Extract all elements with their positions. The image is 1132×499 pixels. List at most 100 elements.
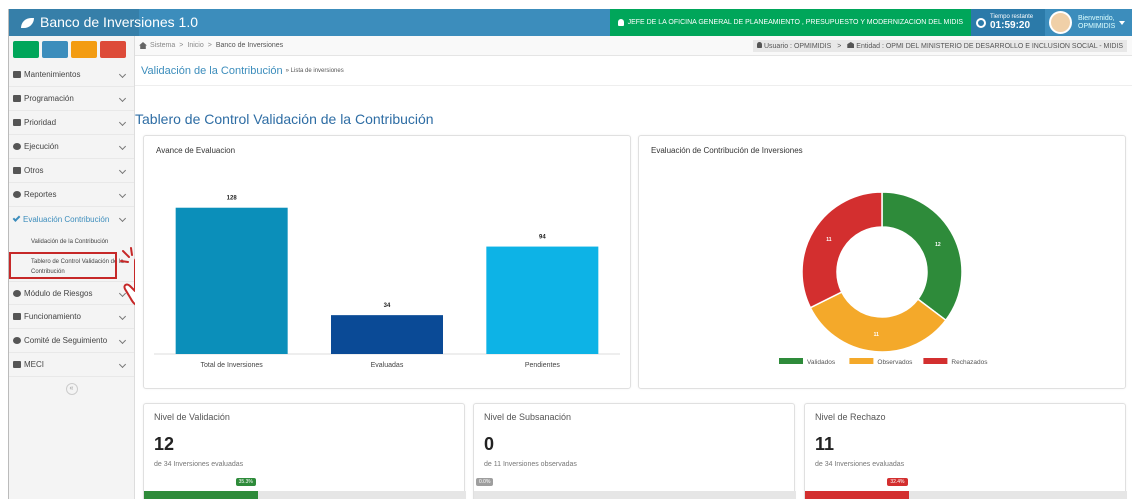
kpi-progress <box>144 491 466 499</box>
sidebar-item-label: Ejecución <box>24 142 59 151</box>
sidebar-item-label: Módulo de Riesgos <box>24 288 93 298</box>
sidebar-item-prioridad[interactable]: Prioridad <box>9 111 134 135</box>
app-window: Banco de Inversiones 1.0 JEFE DE LA OFIC… <box>8 9 1132 499</box>
kpi-percent-badge: 0.0% <box>476 478 494 486</box>
shortcut-chart-button[interactable] <box>13 41 39 58</box>
bomb-icon <box>13 289 21 297</box>
kpi-validacion: Nivel de Validación 12 de 34 Inversiones… <box>143 403 466 499</box>
chevron-down-icon <box>118 214 127 223</box>
legend-label: Observados <box>877 359 913 366</box>
section-subtitle: » Lista de inversiones <box>285 67 344 74</box>
timer-value: 01:59:20 <box>990 20 1031 31</box>
person-icon <box>756 42 762 48</box>
kpi-title: Nivel de Validación <box>154 412 230 422</box>
top-bar: Banco de Inversiones 1.0 JEFE DE LA OFIC… <box>9 9 1132 36</box>
sidebar-item-otros[interactable]: Otros <box>9 159 134 183</box>
kpi-value: 0 <box>484 434 495 454</box>
subitem-validacion[interactable]: Validación de la Contribución <box>9 231 134 253</box>
sidebar-item-evaluacion-contribucion[interactable]: Evaluación Contribución <box>9 207 134 231</box>
bar[interactable] <box>331 315 443 354</box>
sidebar-item-label: Programación <box>24 94 74 103</box>
legend-label: Validados <box>807 359 836 366</box>
entidad-text: Entidad : OPMI DEL MINISTERIO DE DESARRO… <box>856 43 1123 50</box>
sidebar-item-label: Otros <box>24 166 44 175</box>
legend-swatch <box>779 358 803 364</box>
x-tick-label: Total de Inversiones <box>201 362 264 369</box>
kpi-subsanacion: Nivel de Subsanación 0 de 11 Inversiones… <box>473 403 796 499</box>
username: OPMIMIDIS <box>1078 22 1116 30</box>
collapse-glyph: « <box>69 385 74 392</box>
donut-chart: 12 11 11 Validados Observados Rechazados <box>779 191 988 366</box>
sidebar-item-reportes[interactable]: Reportes <box>9 183 134 207</box>
x-tick-label: Evaluadas <box>371 362 404 369</box>
kpi-rechazo: Nivel de Rechazo 11 de 34 Inversiones ev… <box>804 403 1127 499</box>
sidebar-item-label: MECI <box>24 360 44 369</box>
bar-value-label: 128 <box>227 196 238 202</box>
legend-label: Rechazados <box>951 359 988 366</box>
breadcrumb: Sistema > Inicio > Banco de Inversiones … <box>135 36 1132 56</box>
pie-chart-icon <box>13 191 21 198</box>
kpi-value: 12 <box>154 434 175 454</box>
collapse-sidebar-button[interactable]: « <box>65 383 78 395</box>
sidebar-item-label: Reportes <box>24 190 57 199</box>
bar-chart: 128 Total de Inversiones 34 Evaluadas 94 Pend… <box>154 196 620 369</box>
check-icon <box>12 214 21 222</box>
subitem-label: Validación de la Contribución <box>31 239 109 245</box>
donut-chart-panel: Evaluación de Contribución de Inversione… <box>638 135 1126 389</box>
highlight-box <box>9 252 117 279</box>
kpi-progress <box>805 491 1127 499</box>
session-timer: Tiempo restante 01:59:20 <box>971 9 1045 36</box>
chevron-down-icon <box>118 94 127 103</box>
kpi-progress-fill <box>144 491 258 499</box>
usuario-text: Usuario : OPMIMIDIS <box>763 43 832 50</box>
bar-chart-icon <box>13 313 21 320</box>
bar[interactable] <box>486 246 599 354</box>
slice-value-label: 11 <box>874 332 880 338</box>
line-chart-icon <box>13 361 21 368</box>
section-header: Validación de la Contribución » Lista de… <box>135 56 1132 86</box>
breadcrumb-item[interactable]: Sistema <box>150 42 175 49</box>
kpi-progress <box>474 491 796 499</box>
sidebar-item-meci[interactable]: MECI <box>9 353 134 377</box>
brand[interactable]: Banco de Inversiones 1.0 <box>9 9 198 36</box>
chevron-down-icon <box>118 166 127 175</box>
breadcrumb-separator: > <box>179 42 184 49</box>
sidebar-item-comite-seguimiento[interactable]: Comité de Seguimiento <box>9 329 134 353</box>
sidebar-item-label: Mantenimientos <box>24 70 81 79</box>
bar[interactable] <box>175 207 288 354</box>
main-content: Sistema > Inicio > Banco de Inversiones … <box>135 36 1132 499</box>
cogs-icon <box>13 71 21 78</box>
user-menu[interactable]: Bienvenido, OPMIMIDIS <box>1045 9 1132 36</box>
shortcut-monitor-button[interactable] <box>100 41 126 58</box>
info-separator: > <box>837 43 842 50</box>
refresh-icon <box>13 143 21 150</box>
chevron-down-icon <box>1119 20 1126 25</box>
chevron-down-icon <box>118 360 127 369</box>
kpi-percent-badge: 35.3% <box>235 478 256 486</box>
kpi-title: Nivel de Rechazo <box>815 412 886 422</box>
breadcrumb-item[interactable]: Inicio <box>187 42 203 49</box>
app-title: Banco de Inversiones 1.0 <box>40 14 198 30</box>
calendar-icon <box>13 95 21 102</box>
sidebar-item-label: Prioridad <box>24 118 57 127</box>
sidebar-item-programacion[interactable]: Programación <box>9 87 134 111</box>
clock-icon <box>976 17 986 28</box>
role-text: JEFE DE LA OFICINA GENERAL DE PLANEAMIEN… <box>627 19 963 26</box>
shortcut-calendar-button[interactable] <box>42 41 68 58</box>
bar-value-label: 34 <box>384 303 391 309</box>
legend-swatch <box>923 358 948 364</box>
chevron-down-icon <box>118 118 127 127</box>
grid-icon <box>13 167 21 174</box>
sidebar-item-ejecucion[interactable]: Ejecución <box>9 135 134 159</box>
sidebar-item-mantenimientos[interactable]: Mantenimientos <box>9 63 134 87</box>
sidebar-item-modulo-riesgos[interactable]: Módulo de Riesgos <box>9 281 134 305</box>
chevron-down-icon <box>118 70 127 79</box>
user-entity-info: Usuario : OPMIMIDIS > Entidad : OPMI DEL… <box>752 40 1127 52</box>
chevron-down-icon <box>118 312 127 321</box>
donut-slice[interactable] <box>881 191 963 322</box>
kpi-description: de 34 Inversiones evaluadas <box>154 461 244 468</box>
donut-slice[interactable] <box>801 191 883 309</box>
shortcut-user-button[interactable] <box>71 41 97 58</box>
sidebar-item-funcionamiento[interactable]: Funcionamiento <box>9 305 134 329</box>
avatar <box>1049 11 1072 34</box>
